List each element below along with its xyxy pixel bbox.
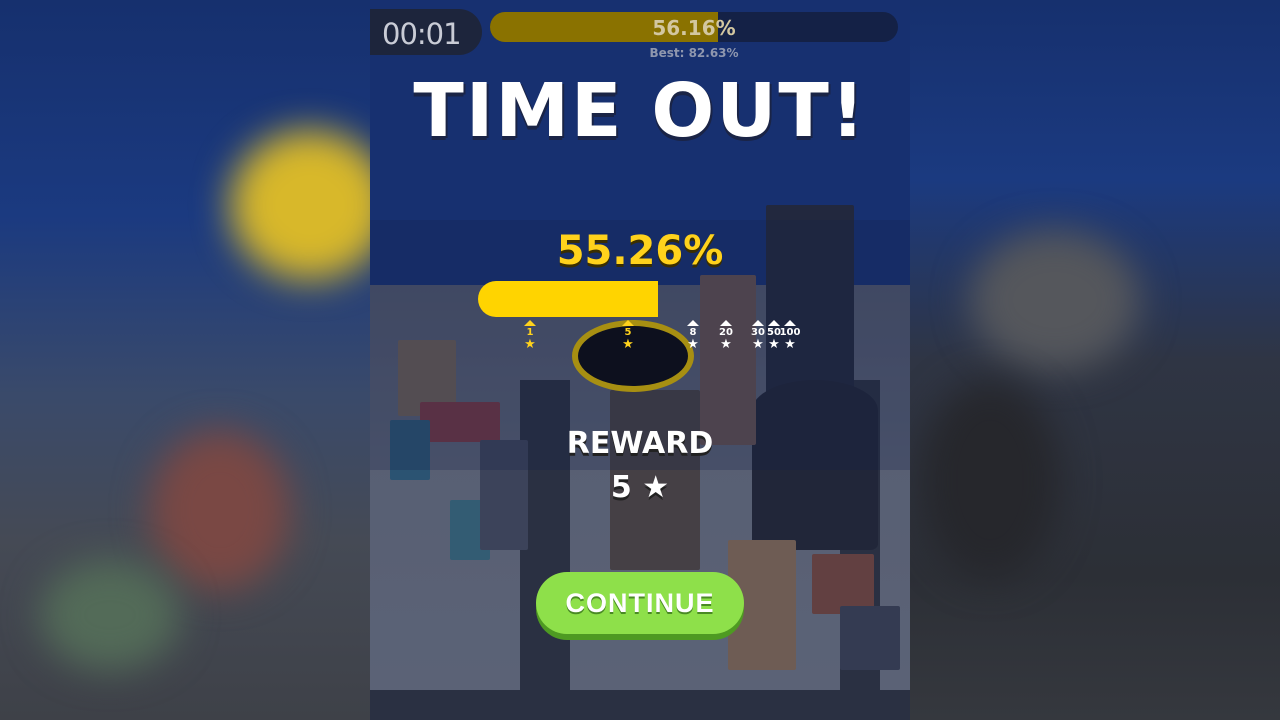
level-progress-bar: 56.16% xyxy=(490,12,898,42)
blurred-yellow-blob xyxy=(230,130,370,280)
star-icon: ★ xyxy=(642,470,670,505)
star-icon: ★ xyxy=(622,337,634,352)
star-icon: ★ xyxy=(524,337,536,352)
milestone-20: 20 ★ xyxy=(714,320,738,351)
star-icon: ★ xyxy=(687,337,699,352)
milestone-8: 8 ★ xyxy=(681,320,705,351)
result-progress-fill xyxy=(478,281,658,317)
milestone-arrow-icon xyxy=(784,320,796,326)
milestone-arrow-icon xyxy=(524,320,536,326)
result-progress-bar xyxy=(478,281,778,317)
milestone-100: 100 ★ xyxy=(778,320,802,351)
countdown-timer: 00:01 xyxy=(370,9,482,55)
continue-button-label: CONTINUE xyxy=(565,587,715,618)
milestone-arrow-icon xyxy=(622,320,634,326)
milestone-arrow-icon xyxy=(687,320,699,326)
milestone-5: 5 ★ xyxy=(616,320,640,351)
reward-label: REWARD xyxy=(566,426,714,461)
milestone-arrow-icon xyxy=(720,320,732,326)
right-blurred-backdrop xyxy=(910,0,1280,720)
blurred-red-blob xyxy=(150,430,290,590)
star-icon: ★ xyxy=(720,337,732,352)
blurred-green-blob xyxy=(40,560,180,670)
continue-button[interactable]: CONTINUE xyxy=(536,572,744,634)
level-progress-text: 56.16% xyxy=(652,16,736,40)
left-blurred-backdrop xyxy=(0,0,370,720)
best-score: Best: 82.63% xyxy=(649,46,739,60)
blurred-gray-blob xyxy=(970,230,1140,370)
result-percentage: 55.26% xyxy=(556,228,724,274)
reward-amount: 5 ★ xyxy=(370,470,910,505)
game-viewport: 00:01 56.16% Best: 82.63% TIME OUT! 55.2… xyxy=(370,0,910,720)
blurred-dark-blob xyxy=(920,380,1060,580)
milestone-1: 1 ★ xyxy=(518,320,542,351)
time-out-title: TIME OUT! xyxy=(413,68,867,154)
timer-text: 00:01 xyxy=(382,17,462,51)
star-icon: ★ xyxy=(784,337,796,352)
reward-amount-value: 5 xyxy=(610,470,632,505)
